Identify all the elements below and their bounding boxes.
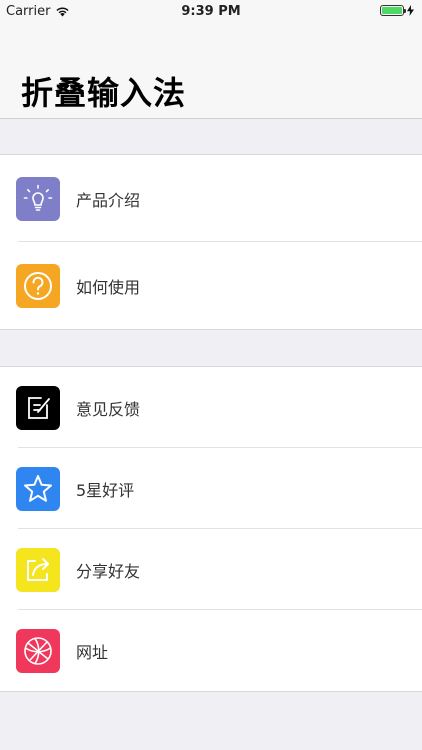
status-time: 9:39 PM [181, 4, 241, 19]
menu-group-2: 意见反馈 5星好评 分享好友 网址 [0, 366, 422, 692]
menu-item-website[interactable]: 网址 [0, 610, 422, 691]
globe-icon [16, 628, 60, 673]
feedback-icon [16, 385, 60, 430]
status-bar: Carrier 9:39 PM [0, 0, 422, 24]
menu-item-label: 产品介绍 [76, 190, 141, 210]
menu-item-label: 分享好友 [76, 561, 141, 581]
battery-indicator [380, 5, 414, 16]
menu-item-product-intro[interactable]: 产品介绍 [0, 155, 422, 242]
menu-item-how-to-use[interactable]: 如何使用 [0, 242, 422, 329]
navigation-bar: 折叠输入法 [0, 24, 422, 119]
menu-item-label: 意见反馈 [76, 399, 141, 419]
menu-group-1: 产品介绍 如何使用 [0, 154, 422, 330]
menu-item-rate-5-stars[interactable]: 5星好评 [0, 448, 422, 529]
charging-icon [407, 5, 414, 16]
menu-item-label: 网址 [76, 642, 109, 662]
star-icon [16, 466, 60, 511]
battery-icon [380, 5, 406, 16]
menu-item-label: 如何使用 [76, 277, 141, 297]
lightbulb-icon [16, 176, 60, 221]
question-icon [16, 263, 60, 308]
menu-item-feedback[interactable]: 意见反馈 [0, 367, 422, 448]
page-title: 折叠输入法 [21, 74, 187, 112]
menu-item-label: 5星好评 [76, 480, 135, 500]
menu-item-share-friends[interactable]: 分享好友 [0, 529, 422, 610]
share-icon [16, 547, 60, 592]
